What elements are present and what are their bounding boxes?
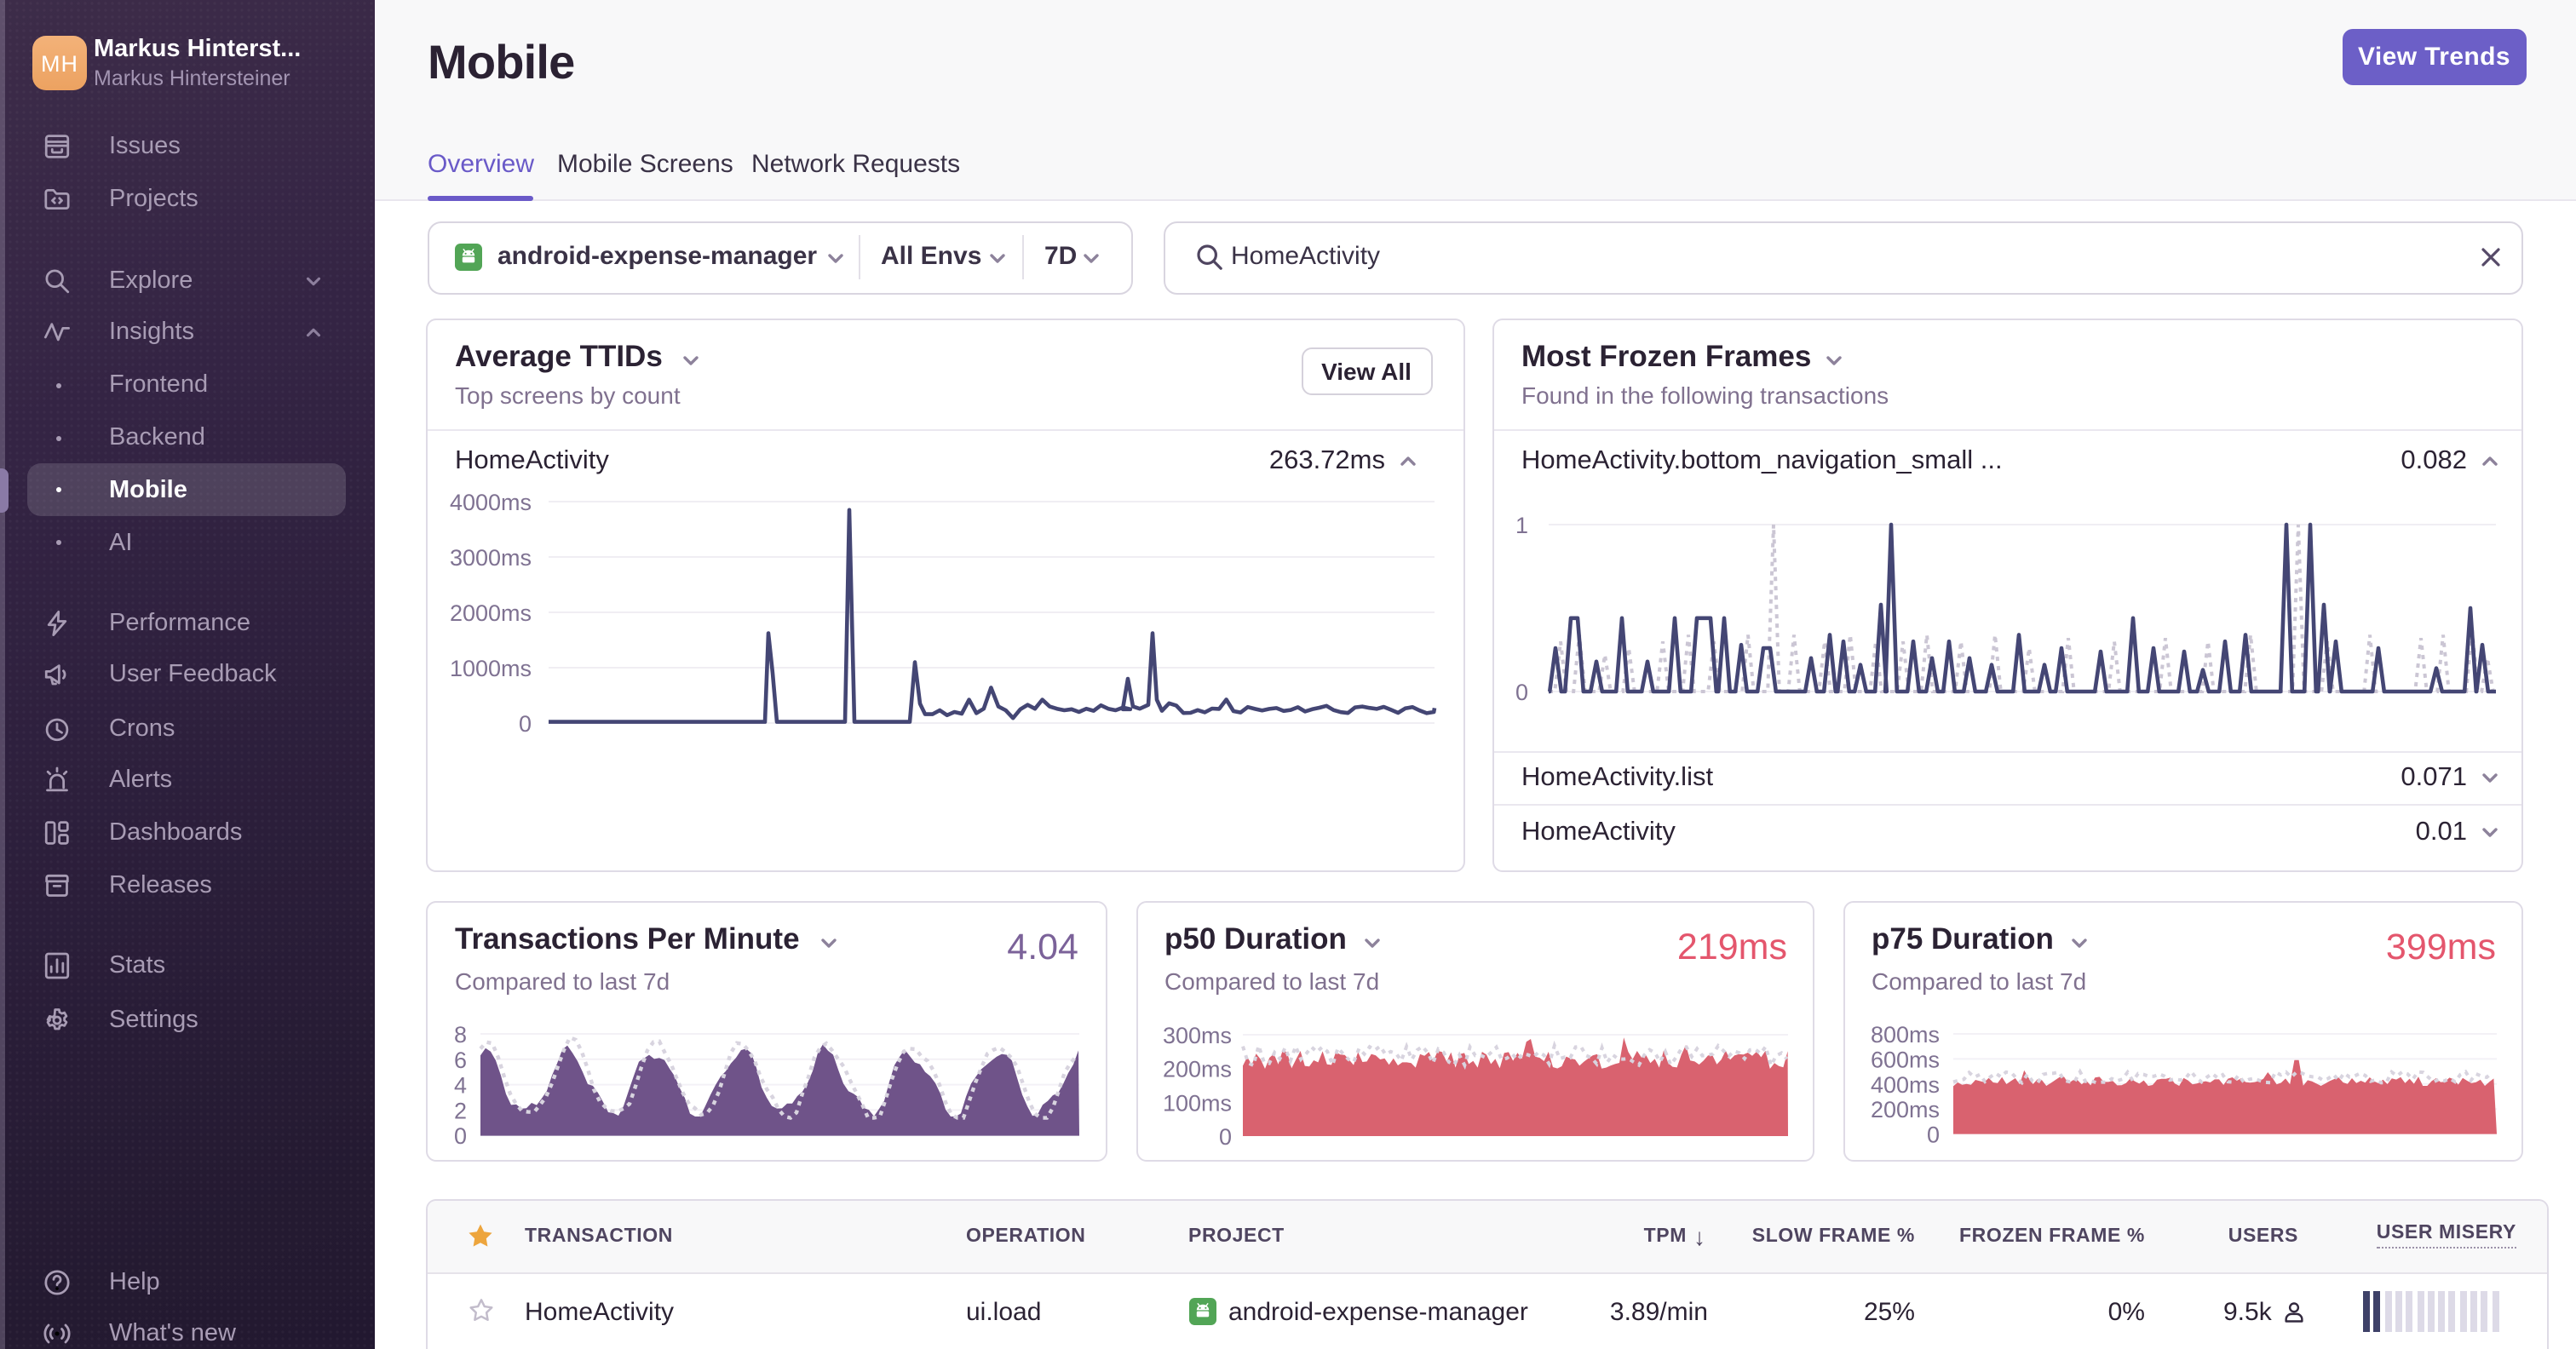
svg-text:2: 2 bbox=[454, 1098, 467, 1123]
svg-text:400ms: 400ms bbox=[1870, 1072, 1939, 1098]
svg-text:0: 0 bbox=[1218, 1124, 1231, 1150]
svg-text:8: 8 bbox=[454, 1022, 467, 1048]
svg-text:0: 0 bbox=[1515, 680, 1528, 705]
svg-text:200ms: 200ms bbox=[1870, 1097, 1939, 1122]
svg-text:600ms: 600ms bbox=[1870, 1047, 1939, 1072]
svg-text:1: 1 bbox=[1515, 513, 1528, 538]
svg-text:200ms: 200ms bbox=[1162, 1057, 1231, 1082]
svg-text:0: 0 bbox=[454, 1123, 467, 1149]
svg-text:4000ms: 4000ms bbox=[450, 490, 532, 515]
svg-text:3000ms: 3000ms bbox=[450, 545, 532, 571]
svg-text:6: 6 bbox=[454, 1048, 467, 1073]
svg-text:1000ms: 1000ms bbox=[450, 656, 532, 681]
svg-text:2000ms: 2000ms bbox=[450, 600, 532, 626]
svg-text:800ms: 800ms bbox=[1870, 1022, 1939, 1048]
svg-text:0: 0 bbox=[519, 711, 532, 737]
svg-text:300ms: 300ms bbox=[1162, 1023, 1231, 1048]
svg-text:100ms: 100ms bbox=[1162, 1090, 1231, 1116]
svg-text:0: 0 bbox=[1926, 1122, 1939, 1148]
svg-text:4: 4 bbox=[454, 1073, 467, 1099]
